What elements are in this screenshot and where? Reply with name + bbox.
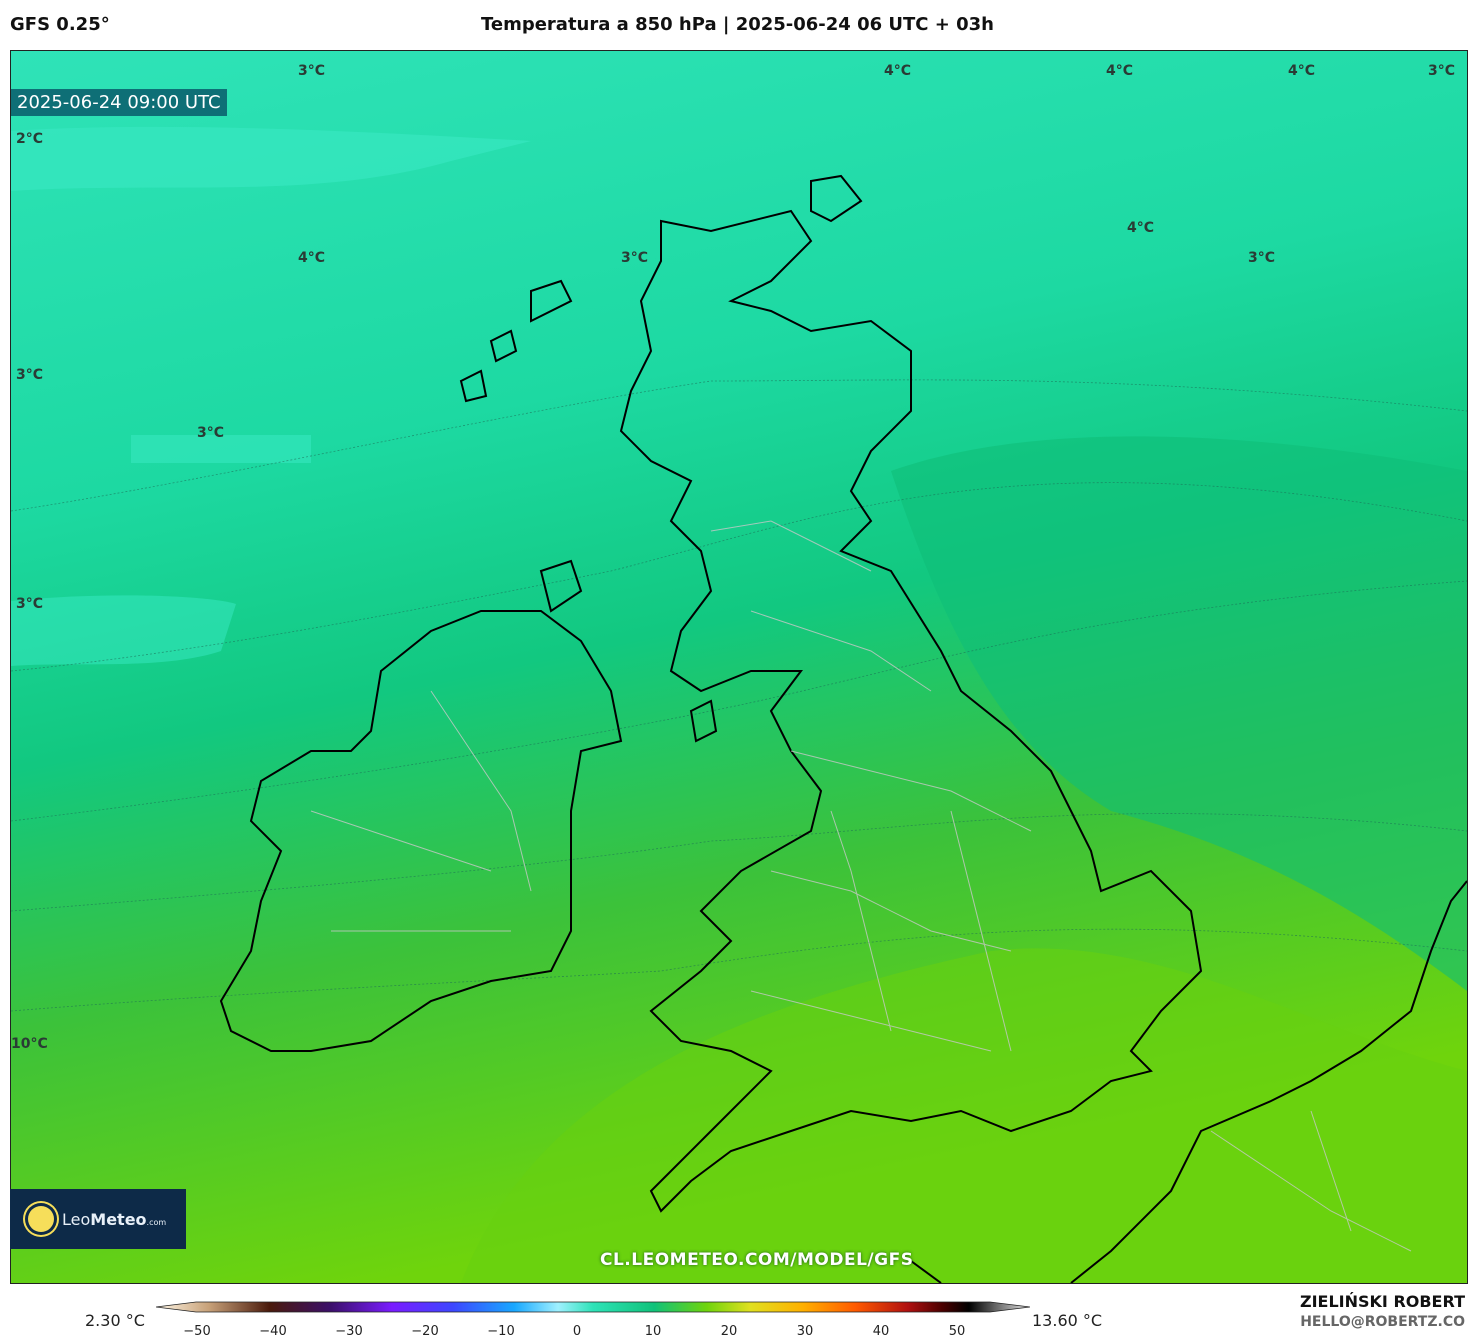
- isotherm-label: 3°C: [1428, 63, 1456, 79]
- colorbar-tick: 50: [948, 1324, 966, 1339]
- isotherm-label: 4°C: [298, 250, 326, 266]
- isotherm-label: 3°C: [298, 63, 326, 79]
- isotherm-label: 3°C: [16, 596, 44, 612]
- colorbar-tick: −30: [335, 1324, 363, 1339]
- isotherm-label: 3°C: [16, 367, 44, 383]
- isotherm-label: 2°C: [16, 131, 44, 147]
- isotherm-label: 3°C: [1248, 250, 1276, 266]
- author-email: HELLO@ROBERTZ.CO: [1300, 1314, 1465, 1330]
- colorbar-min-label: 2.30 °C: [85, 1311, 145, 1330]
- leometeo-logo: LeoMeteo.com: [10, 1189, 186, 1249]
- valid-time-badge: 2025-06-24 09:00 UTC: [11, 89, 227, 116]
- isotherm-label: 10°C: [11, 1036, 48, 1052]
- colorbar: [156, 1301, 1030, 1313]
- logo-text: LeoMeteo.com: [62, 1209, 167, 1229]
- colorbar-tick: 40: [872, 1324, 890, 1339]
- colorbar-tick: −50: [183, 1324, 211, 1339]
- isotherm-label: 4°C: [1288, 63, 1316, 79]
- cold-region-west: [11, 595, 236, 666]
- colorbar-tick: 30: [796, 1324, 814, 1339]
- colorbar-tick: 10: [644, 1324, 662, 1339]
- isotherm-label: 3°C: [621, 250, 649, 266]
- colorbar-tick: 0: [572, 1324, 582, 1339]
- colorbar-max-label: 13.60 °C: [1032, 1311, 1103, 1330]
- isotherm-label: 4°C: [1127, 220, 1155, 236]
- sun-icon: [28, 1206, 54, 1232]
- isotherm-label: 4°C: [1106, 63, 1134, 79]
- isotherm-label: 4°C: [884, 63, 912, 79]
- colorbar-tick: 20: [720, 1324, 738, 1339]
- author-name: ZIELIŃSKI ROBERT: [1299, 1292, 1465, 1311]
- map-canvas: [11, 51, 1467, 1283]
- colorbar-tick: −40: [259, 1324, 287, 1339]
- source-url: CL.LEOMETEO.COM/MODEL/GFS: [600, 1250, 914, 1270]
- chart-title: Temperatura a 850 hPa | 2025-06-24 06 UT…: [480, 14, 994, 35]
- isotherm-label: 3°C: [197, 425, 225, 441]
- temperature-map: 2025-06-24 09:00 UTC 3°C 4°C 4°C 4°C 3°C…: [10, 50, 1468, 1284]
- colorbar-tick: −10: [487, 1324, 515, 1339]
- colorbar-tick: −20: [411, 1324, 439, 1339]
